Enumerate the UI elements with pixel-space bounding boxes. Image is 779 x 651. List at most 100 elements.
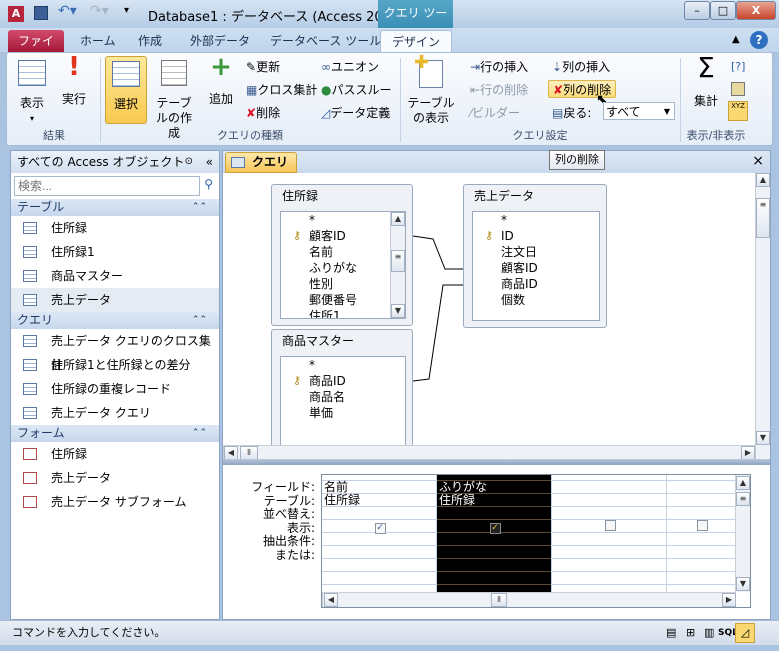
- show-checkbox[interactable]: [604, 520, 616, 531]
- nav-item-form[interactable]: 売上データ サブフォーム: [11, 490, 219, 514]
- view-button[interactable]: 表示 ▾: [14, 60, 50, 126]
- form-icon: [23, 472, 37, 484]
- crosstab-button[interactable]: ▦クロス集計: [246, 81, 317, 99]
- data-definition-button[interactable]: ◿データ定義: [321, 104, 390, 122]
- tab-external-data[interactable]: 外部データ: [180, 30, 260, 52]
- union-button[interactable]: ∞ユニオン: [321, 58, 379, 76]
- grid-column-selected[interactable]: ふりがな 住所録 ✓: [437, 475, 552, 592]
- query-design-grid: 名前 住所録 ✓ ふりがな 住所録 ✓ ▲ ≡ ▼ ◀ ⦀ ▶: [321, 474, 751, 608]
- window-title: Database1 : データベース (Access 200...: [148, 10, 404, 25]
- nav-item-form[interactable]: 住所録: [11, 442, 219, 466]
- maximize-button[interactable]: □: [710, 1, 736, 20]
- customize-qat-icon[interactable]: ▾: [124, 5, 129, 16]
- design-horizontal-scrollbar[interactable]: ◀ ⦀ ▶: [223, 445, 755, 460]
- return-label: ▤戻る:: [552, 106, 592, 120]
- nav-item-table[interactable]: 商品マスター: [11, 264, 219, 288]
- table-icon: [23, 270, 37, 282]
- run-button[interactable]: ! 実行: [58, 54, 90, 107]
- insert-rows-icon: ⇥: [470, 60, 481, 74]
- insert-columns-button[interactable]: ⇣列の挿入: [552, 58, 610, 76]
- nav-item-query[interactable]: 住所録1と住所録との差分: [11, 353, 219, 377]
- relationship-line: [412, 235, 463, 270]
- triangle-ruler-icon: ◿: [321, 106, 331, 120]
- show-table-icon: ✚: [414, 54, 443, 88]
- tab-file[interactable]: ファイル: [8, 30, 64, 70]
- insert-rows-button[interactable]: ⇥行の挿入: [470, 58, 528, 76]
- pane-splitter[interactable]: [223, 459, 770, 465]
- collapse-pane-icon[interactable]: «: [206, 151, 213, 173]
- show-checkbox[interactable]: ✓: [489, 523, 501, 534]
- datasheet-view-icon: [18, 60, 46, 86]
- save-icon[interactable]: [34, 6, 48, 20]
- pencil-icon: ✎: [246, 60, 257, 74]
- grid-column[interactable]: [667, 475, 736, 592]
- tab-create[interactable]: 作成: [128, 30, 172, 52]
- table-cell[interactable]: 住所録: [437, 494, 551, 507]
- grid-column[interactable]: [552, 475, 667, 592]
- navigation-pane: すべての Access オブジェクト⊙« ⚲ テーブル⌃⌃ 住所録 住所録1 商…: [10, 150, 220, 620]
- nav-section-forms[interactable]: フォーム ⌃⌃: [11, 425, 219, 442]
- close-document-icon[interactable]: ×: [752, 153, 764, 169]
- table-cell[interactable]: 住所録: [322, 494, 436, 507]
- results-group-label: 結果: [43, 129, 65, 142]
- passthrough-button[interactable]: ●パススルー: [321, 81, 392, 99]
- table-icon: [23, 246, 37, 258]
- query-icon: [23, 359, 37, 371]
- design-view-icon[interactable]: ◿: [735, 623, 755, 643]
- form-icon: [23, 448, 37, 460]
- query-tools-context-tab: クエリ ツール: [378, 0, 453, 46]
- update-button[interactable]: ✎更新: [246, 58, 280, 76]
- show-table-button[interactable]: ✚ テーブルの表示: [404, 54, 458, 126]
- grid-column[interactable]: 名前 住所録 ✓: [322, 475, 437, 592]
- undo-icon[interactable]: ↶▾: [58, 3, 77, 19]
- close-button[interactable]: X: [736, 1, 776, 20]
- show-checkbox[interactable]: [696, 520, 708, 531]
- select-query-button[interactable]: 選択: [105, 56, 147, 124]
- nav-section-queries[interactable]: クエリ ⌃⌃: [11, 312, 219, 329]
- pivotchart-view-icon[interactable]: ▥: [704, 621, 714, 645]
- nav-item-form[interactable]: 売上データ: [11, 466, 219, 490]
- query-icon: [23, 407, 37, 419]
- union-icon: ∞: [321, 60, 331, 74]
- table-icon: [23, 222, 37, 234]
- nav-item-query[interactable]: 売上データ クエリ: [11, 401, 219, 425]
- property-sheet-icon[interactable]: [731, 82, 745, 96]
- search-input[interactable]: [14, 176, 200, 196]
- nav-item-table[interactable]: 住所録: [11, 216, 219, 240]
- grid-row-labels: フィールド: テーブル: 並べ替え: 表示: 抽出条件: または:: [251, 480, 315, 562]
- help-icon[interactable]: ?: [750, 31, 768, 49]
- minimize-ribbon-icon[interactable]: ▲: [732, 34, 740, 45]
- return-dropdown[interactable]: すべて ▼: [603, 102, 675, 120]
- chevron-down-icon[interactable]: ⊙: [185, 151, 193, 173]
- nav-item-table[interactable]: 住所録1: [11, 240, 219, 264]
- totals-button[interactable]: Σ 集計: [688, 54, 724, 109]
- pivottable-view-icon[interactable]: ⊞: [686, 621, 695, 645]
- relationship-lines: [412, 235, 463, 382]
- show-checkbox[interactable]: ✓: [374, 523, 386, 534]
- minimize-button[interactable]: –: [684, 1, 710, 20]
- delete-query-button[interactable]: ✘削除: [246, 104, 280, 122]
- grid-horizontal-scrollbar[interactable]: ◀ ⦀ ▶: [322, 592, 736, 607]
- form-icon: [23, 496, 37, 508]
- nav-item-query[interactable]: 売上データ クエリのクロス集計: [11, 329, 219, 372]
- tab-database-tools[interactable]: データベース ツール: [260, 30, 391, 52]
- chevron-up-icon: ⌃⌃: [191, 428, 207, 438]
- access-logo-icon: A: [8, 6, 24, 22]
- nav-item-query[interactable]: 住所録の重複レコード: [11, 377, 219, 401]
- nav-section-tables[interactable]: テーブル ⌃⌃: [11, 199, 219, 216]
- nav-item-table[interactable]: 売上データ: [11, 288, 219, 312]
- table-names-icon[interactable]: XYZ: [728, 101, 748, 121]
- insert-columns-icon: ⇣: [552, 60, 563, 74]
- parameters-icon[interactable]: [?]: [731, 60, 745, 73]
- search-icon[interactable]: ⚲: [204, 177, 213, 191]
- table-design-area: 住所録 * ⚷ 顧客ID 名前 ふりがな 性別 郵便番号 住所1 ▲ ≡ ▼ 売上デー…: [223, 173, 755, 459]
- tab-home[interactable]: ホーム: [70, 30, 126, 52]
- datasheet-view-icon[interactable]: ▤: [666, 621, 676, 645]
- design-vertical-scrollbar[interactable]: ▲ ≡ ▼: [755, 173, 770, 459]
- tab-design[interactable]: デザイン: [380, 30, 452, 52]
- grid-vertical-scrollbar[interactable]: ▲ ≡ ▼: [735, 475, 750, 592]
- append-button[interactable]: + 追加: [204, 54, 238, 107]
- tab-query1[interactable]: クエリ1: [225, 152, 297, 188]
- query-setup-group-label: クエリ設定: [512, 129, 568, 142]
- nav-header[interactable]: すべての Access オブジェクト ⊙ «: [11, 151, 219, 173]
